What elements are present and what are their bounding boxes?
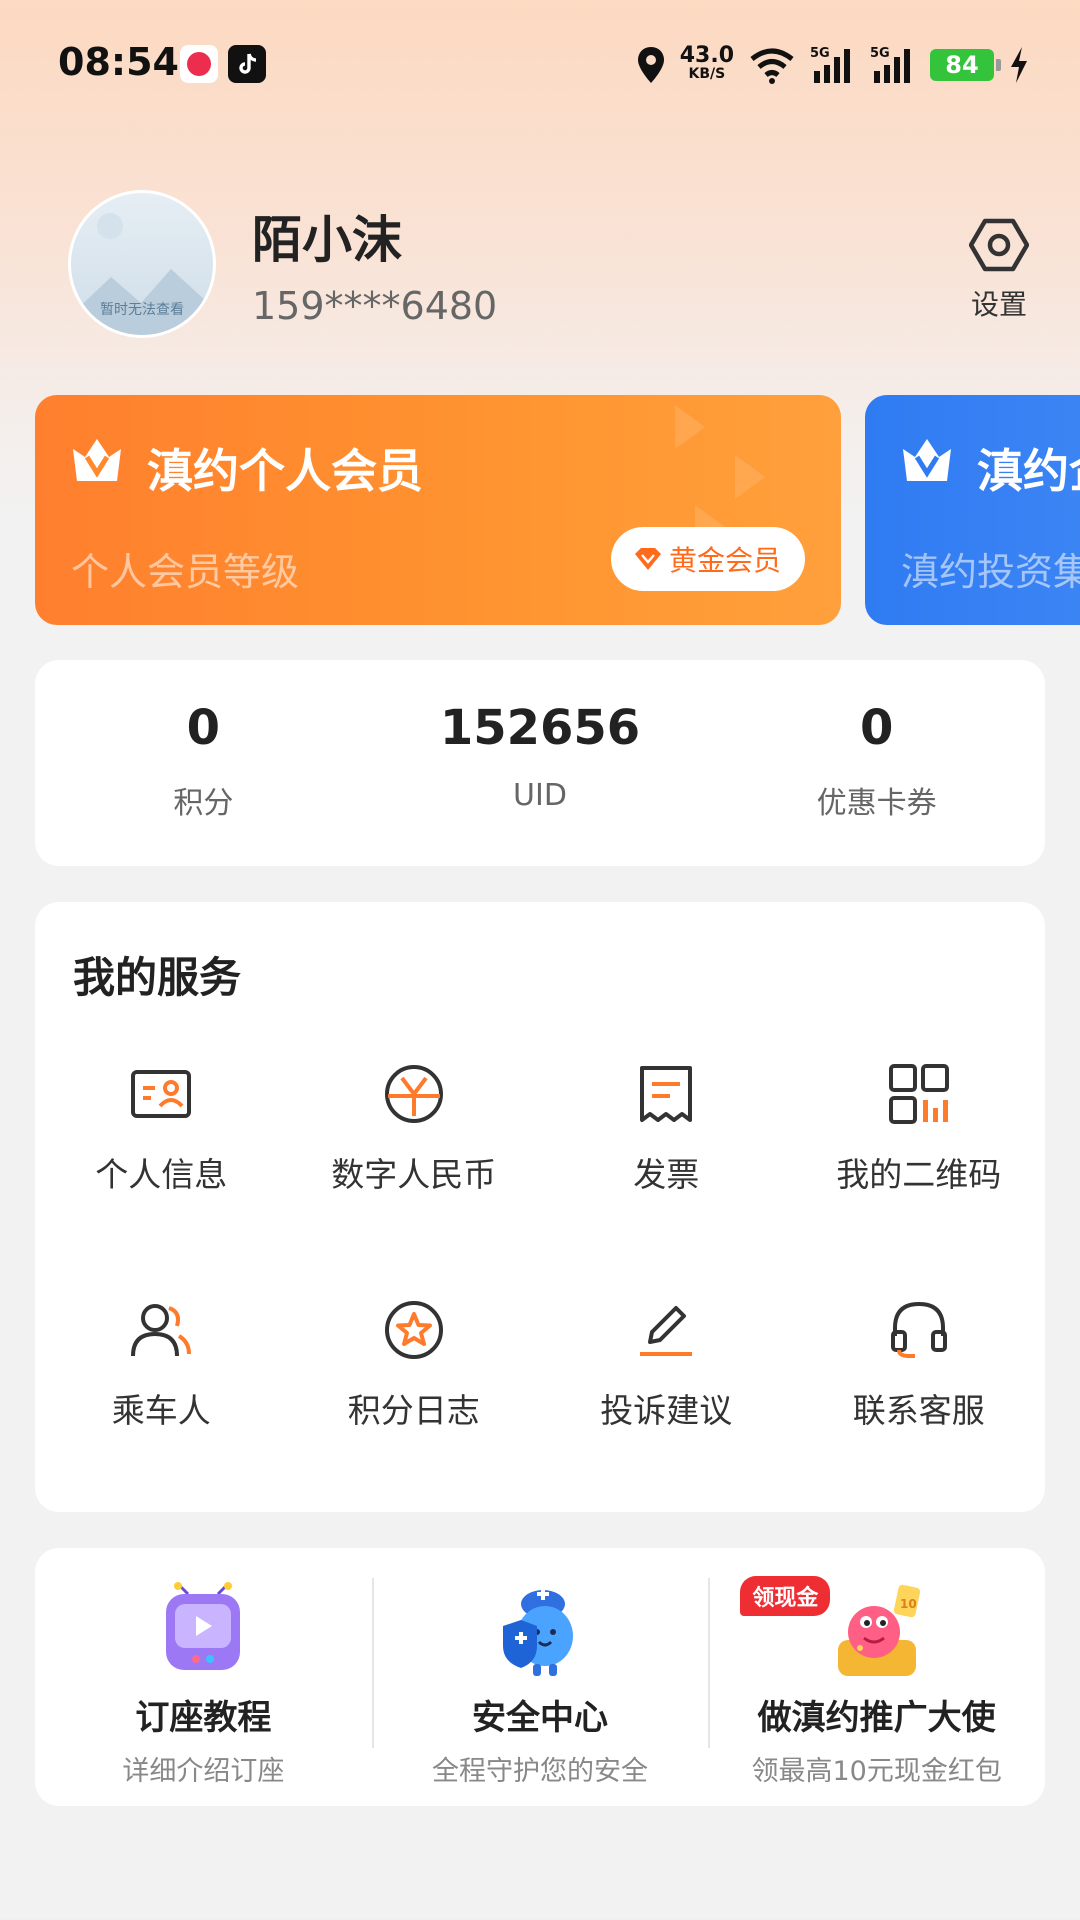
signal-icon: 5G [810,46,850,83]
service-label: 积分日志 [347,1391,480,1430]
service-label: 联系客服 [852,1391,985,1430]
pen-icon [640,1306,693,1356]
battery-indicator: 84 [930,49,1001,81]
my-services-panel: 我的服务 个人信息 数字人民币 发票 我的二维码 乘车人 积分日志 投诉建议 联… [35,902,1045,1512]
tiktok-icon [228,45,266,83]
promo-desc: 全程守护您的安全 [432,1756,648,1787]
image-placeholder-icon [71,269,213,335]
location-icon [637,47,664,83]
services-grid: 个人信息 数字人民币 发票 我的二维码 乘车人 积分日志 投诉建议 联系客服 [35,1062,1045,1534]
service-label: 投诉建议 [600,1391,733,1430]
receipt-icon [640,1066,693,1122]
svg-text:10: 10 [900,1597,917,1611]
promo-ambassador[interactable]: 领现金 10 做滇约推广大使 领最高10元现金红包 [708,1548,1045,1806]
service-qr-code[interactable]: 我的二维码 [793,1062,1046,1298]
stat-label: UID [513,778,567,813]
promo-title: 安全中心 [472,1698,608,1738]
service-invoice[interactable]: 发票 [540,1062,793,1298]
net-speed: 43.0 KB/S [679,43,734,83]
service-digital-rmb[interactable]: 数字人民币 [288,1062,541,1298]
stat-value: 0 [859,700,894,756]
service-points-log[interactable]: 积分日志 [288,1298,541,1534]
service-label: 个人信息 [95,1155,228,1194]
passengers-icon [131,1304,192,1357]
svg-text:5G: 5G [810,46,830,61]
stat-value: 0 [186,700,221,756]
member-card-subtitle: 滇约投资集团 [901,550,1080,594]
notification-app-icon [180,45,218,83]
promo-panel: 订座教程 详细介绍订座 安全中心 全程守护您的安全 领现金 10 做滇约推广大使… [35,1548,1045,1806]
cash-tag: 领现金 [740,1576,831,1616]
settings-hex-icon [968,218,1030,272]
promo-desc: 详细介绍订座 [122,1756,285,1787]
member-card-title: 滇约企业会员 [977,444,1080,498]
gold-member-label: 黄金会员 [668,544,781,577]
promo-title: 做滇约推广大使 [757,1698,996,1738]
promo-desc: 领最高10元现金红包 [751,1756,1002,1787]
settings-label: 设置 [970,288,1027,321]
svg-text:5G: 5G [870,46,890,61]
charging-icon [1011,47,1027,83]
wifi-icon [750,48,794,84]
service-label: 我的二维码 [836,1155,1002,1194]
stat-points[interactable]: 0 积分 [35,660,372,866]
gold-member-badge[interactable]: 黄金会员 [610,527,805,591]
member-crown-icon [903,439,951,481]
service-customer-support[interactable]: 联系客服 [793,1298,1046,1534]
member-card-subtitle: 个人会员等级 [71,550,300,594]
diamond-icon [634,548,661,570]
stat-coupons[interactable]: 0 优惠卡券 [708,660,1045,866]
service-label: 乘车人 [111,1391,211,1430]
service-label: 数字人民币 [331,1155,497,1194]
stat-label: 优惠卡券 [816,786,937,821]
yuan-icon [384,1065,443,1123]
stats-panel: 0 积分 152656 UID 0 优惠卡券 [35,660,1045,866]
promo-title: 订座教程 [135,1698,272,1738]
avatar-sun [97,213,123,239]
stat-uid[interactable]: 152656 UID [372,660,709,866]
status-indicators: 43.0 KB/S 5G 5G 84 [636,40,1030,90]
shield-mascot-icon [503,1588,573,1676]
red-mascot-icon: 10 [837,1584,920,1676]
user-phone: 159****6480 [252,284,498,328]
personal-member-card[interactable]: 滇约个人会员 个人会员等级 黄金会员 [35,395,841,625]
star-circle-icon [384,1301,443,1359]
stat-label: 积分 [173,786,234,821]
stat-value: 152656 [439,700,641,756]
headset-icon [890,1301,947,1358]
tv-mascot-icon [166,1582,241,1670]
avatar[interactable]: 暂时无法查看 [68,190,216,338]
avatar-placeholder-text: 暂时无法查看 [100,302,184,318]
id-card-icon [131,1070,192,1118]
card-decoration [675,405,705,449]
status-time: 08:54 [58,40,179,84]
service-personal-info[interactable]: 个人信息 [35,1062,288,1298]
promo-safety-center[interactable]: 安全中心 全程守护您的安全 [371,1548,709,1806]
enterprise-member-card[interactable]: 滇约企业会员 滇约投资集团 [865,395,1080,625]
qr-code-icon [888,1064,949,1124]
member-crown-icon [73,439,121,481]
service-label: 发票 [633,1155,700,1194]
service-passengers[interactable]: 乘车人 [35,1298,288,1534]
services-title: 我的服务 [73,953,242,1002]
user-name: 陌小沫 [252,211,402,269]
member-card-title: 滇约个人会员 [147,444,423,498]
settings-button[interactable]: 设置 [956,215,1042,323]
promo-booking-tutorial[interactable]: 订座教程 详细介绍订座 [35,1548,372,1806]
card-decoration [735,455,765,499]
service-complaint[interactable]: 投诉建议 [540,1298,793,1534]
status-bar: 08:54 43.0 KB/S 5G 5G 84 [0,0,1080,130]
signal-icon-2: 5G [870,46,910,83]
